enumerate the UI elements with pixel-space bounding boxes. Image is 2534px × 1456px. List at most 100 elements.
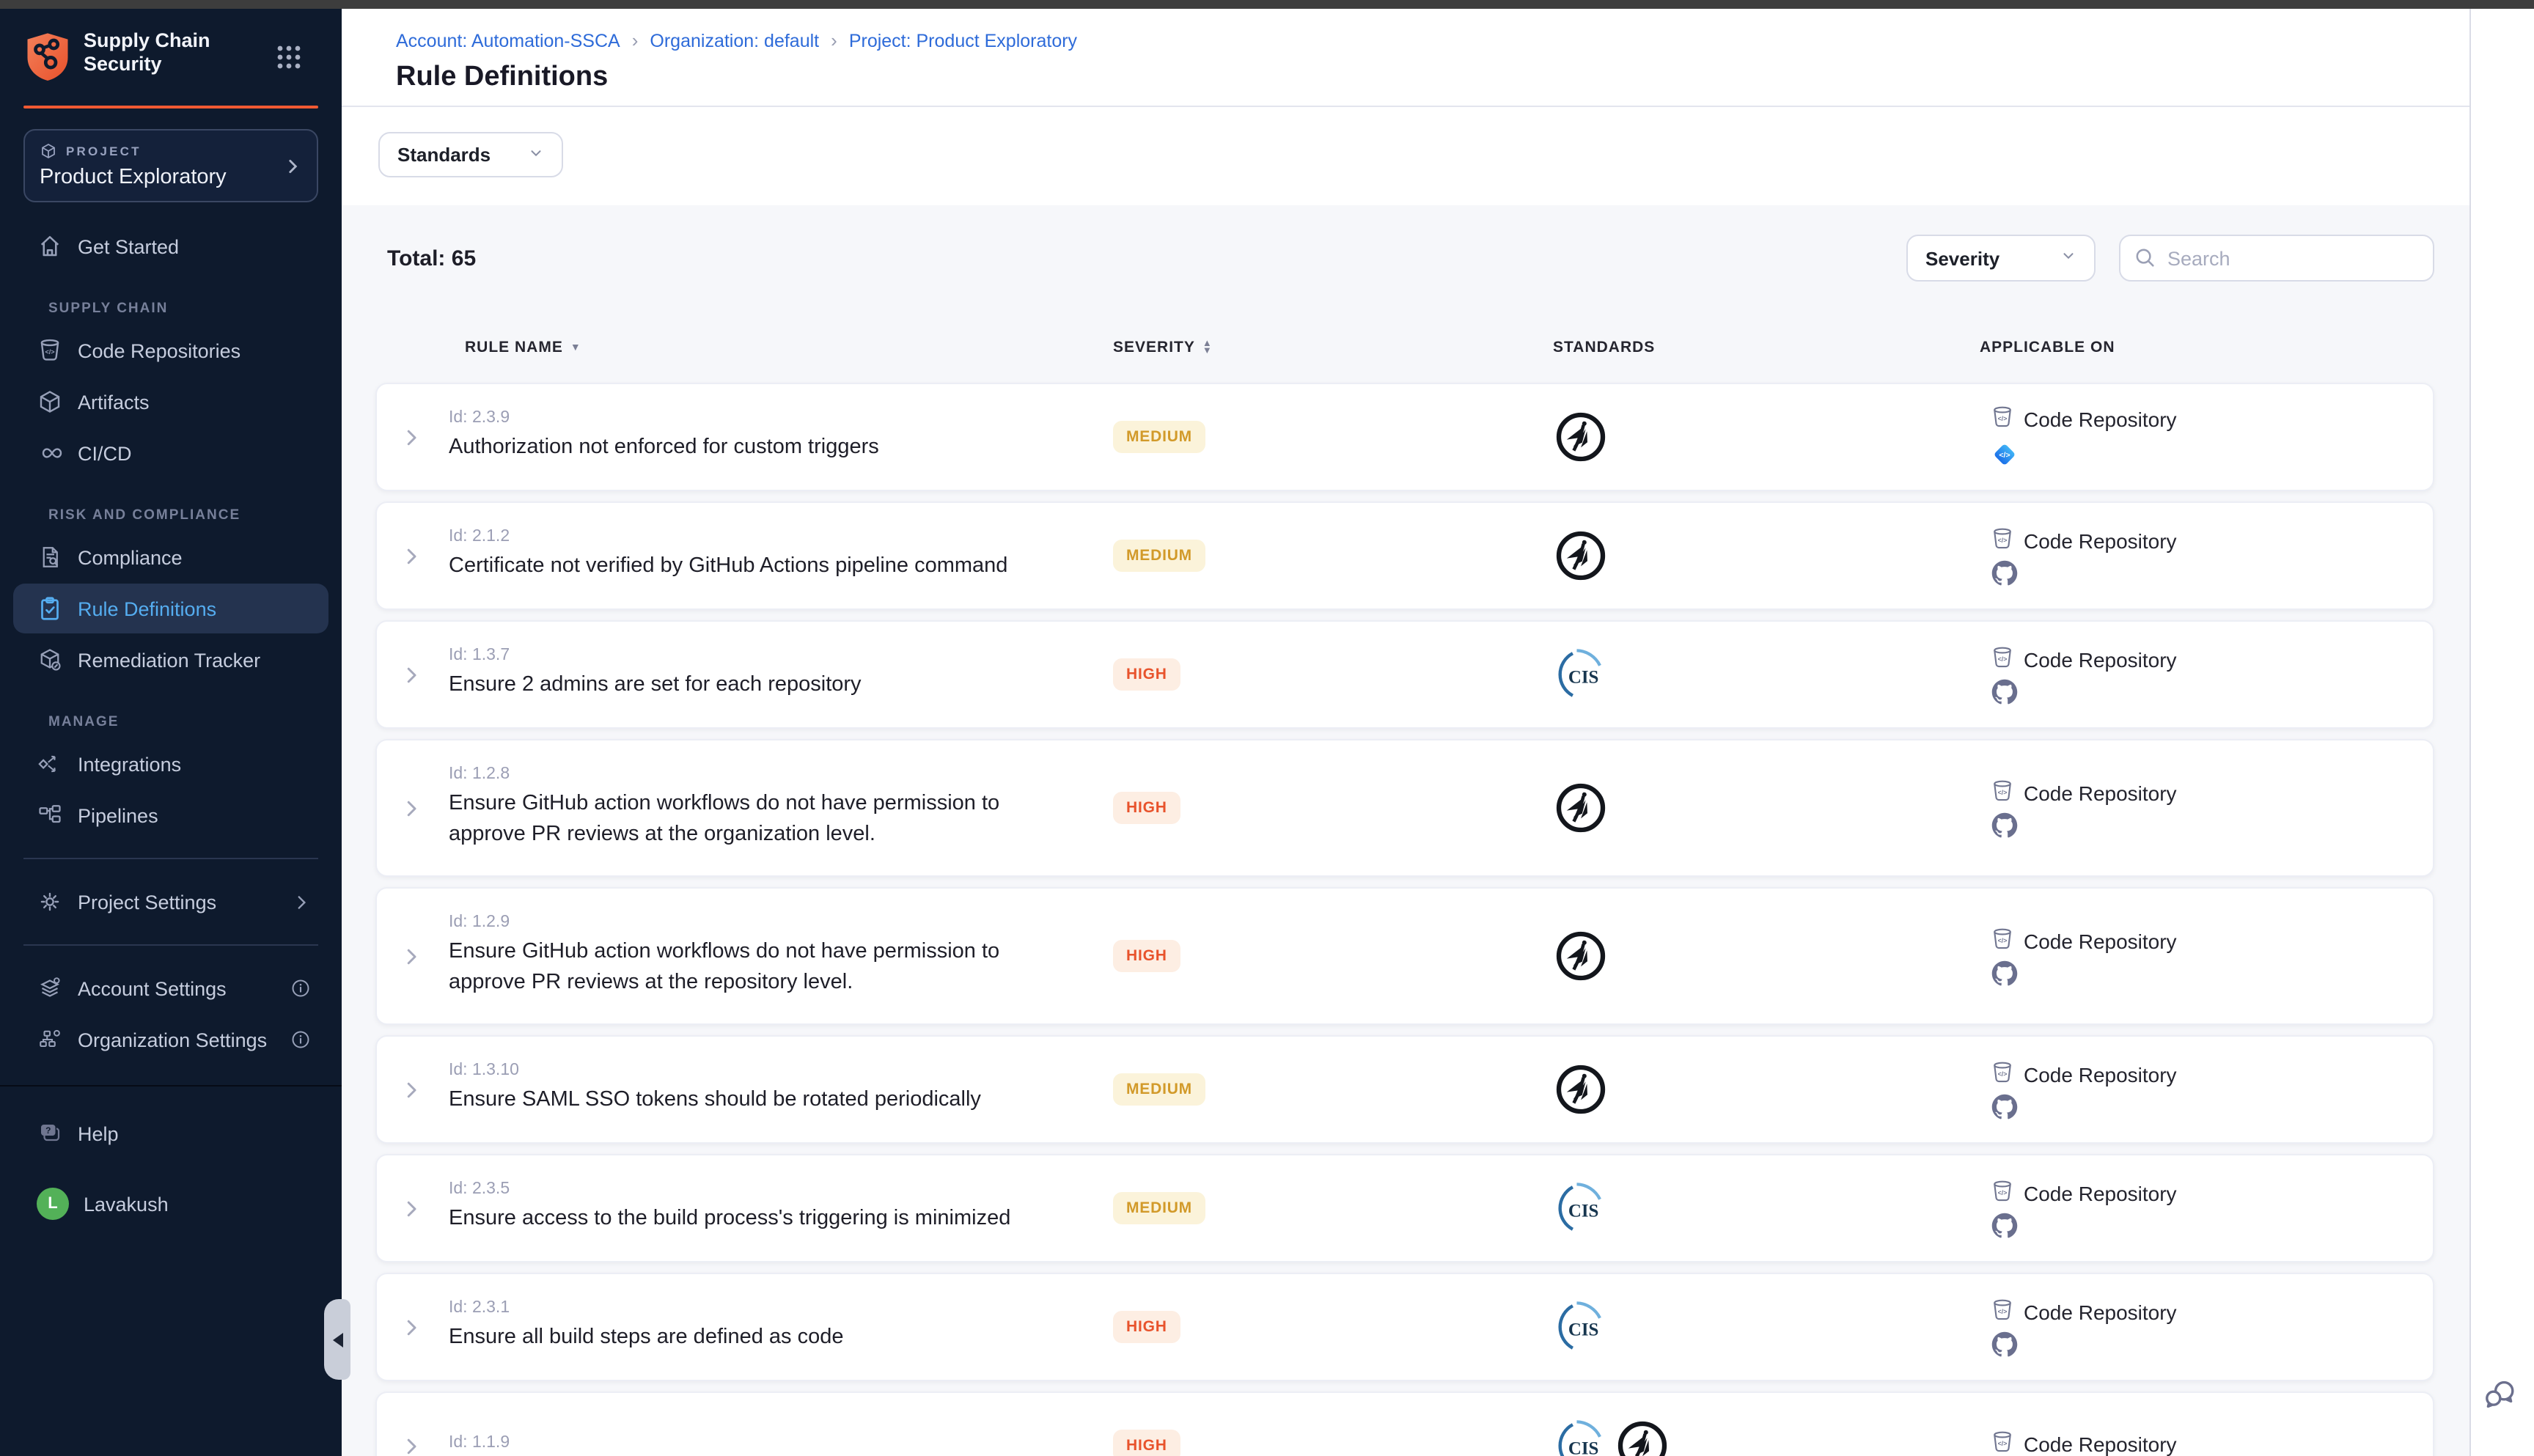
github-icon bbox=[1991, 960, 2018, 986]
owasp-standard-icon bbox=[1554, 1063, 1607, 1116]
sidebar-item-cicd[interactable]: CI/CD bbox=[13, 428, 328, 478]
applicable-on-label: Code Repository bbox=[2024, 1300, 2177, 1323]
window-top-strip bbox=[0, 0, 2534, 9]
expand-row-chevron-icon[interactable] bbox=[400, 545, 422, 567]
applicable-on-cell: </> Code Repository bbox=[1975, 926, 2433, 986]
row-expand-cell bbox=[377, 797, 449, 819]
severity-cell: HIGH bbox=[1112, 1311, 1546, 1343]
severity-cell: HIGH bbox=[1112, 940, 1546, 972]
column-header-severity[interactable]: SEVERITY ▲▼ bbox=[1110, 339, 1544, 356]
rule-id: Id: 2.3.5 bbox=[449, 1181, 1112, 1199]
support-chat-icon[interactable] bbox=[2483, 1377, 2518, 1412]
compliance-doc-search-icon bbox=[37, 544, 63, 570]
rule-row[interactable]: Id: 1.3.7 Ensure 2 admins are set for ea… bbox=[375, 620, 2434, 729]
collapse-left-arrow-icon bbox=[332, 1332, 342, 1347]
expand-row-chevron-icon[interactable] bbox=[400, 945, 422, 967]
rule-row[interactable]: Id: 1.1.9 HIGH CIS </> Code Repository bbox=[375, 1391, 2434, 1456]
sidebar-item-integrations[interactable]: Integrations bbox=[13, 739, 328, 789]
sort-desc-icon: ▼ bbox=[570, 342, 581, 353]
cis-standard-icon: CIS bbox=[1554, 648, 1607, 701]
rule-name-cell: Id: 2.3.1 Ensure all build steps are def… bbox=[449, 1300, 1112, 1354]
rule-row[interactable]: Id: 1.2.9 Ensure GitHub action workflows… bbox=[375, 887, 2434, 1025]
row-expand-cell bbox=[377, 1078, 449, 1100]
rule-row[interactable]: Id: 1.2.8 Ensure GitHub action workflows… bbox=[375, 739, 2434, 877]
expand-row-chevron-icon[interactable] bbox=[400, 426, 422, 448]
rule-name: Ensure 2 admins are set for each reposit… bbox=[449, 671, 1112, 702]
applicable-on-label: Code Repository bbox=[2024, 781, 2177, 804]
applicable-on-label: Code Repository bbox=[2024, 1181, 2177, 1205]
sidebar-item-get-started[interactable]: Get Started bbox=[13, 221, 328, 271]
severity-badge: HIGH bbox=[1113, 940, 1180, 972]
breadcrumb-organization-link[interactable]: Organization: default bbox=[650, 30, 819, 51]
breadcrumb-project-link[interactable]: Project: Product Exploratory bbox=[849, 30, 1077, 51]
svg-text:</>: </> bbox=[45, 348, 54, 356]
expand-row-chevron-icon[interactable] bbox=[400, 1078, 422, 1100]
sidebar-item-artifacts[interactable]: Artifacts bbox=[13, 377, 328, 427]
breadcrumb: Account: Automation-SSCA › Organization:… bbox=[396, 9, 2469, 51]
applicable-on-label: Code Repository bbox=[2024, 929, 2177, 952]
svg-text:CIS: CIS bbox=[1568, 1320, 1599, 1340]
svg-text:</>: </> bbox=[1998, 655, 2008, 662]
expand-row-chevron-icon[interactable] bbox=[400, 1197, 422, 1219]
rule-name-cell: Id: 1.3.7 Ensure 2 admins are set for ea… bbox=[449, 647, 1112, 702]
rule-name: Ensure SAML SSO tokens should be rotated… bbox=[449, 1086, 1112, 1117]
sidebar-item-compliance[interactable]: Compliance bbox=[13, 532, 328, 582]
sidebar-collapse-handle[interactable] bbox=[324, 1299, 350, 1380]
expand-row-chevron-icon[interactable] bbox=[400, 797, 422, 819]
sidebar-item-rule-definitions[interactable]: Rule Definitions bbox=[13, 584, 328, 633]
sidebar-item-organization-settings[interactable]: Organization Settings bbox=[13, 1015, 328, 1065]
rule-id: Id: 1.1.9 bbox=[449, 1434, 1112, 1452]
rule-id: Id: 2.1.2 bbox=[449, 529, 1112, 546]
expand-row-chevron-icon[interactable] bbox=[400, 663, 422, 685]
svg-text:</>: </> bbox=[1998, 936, 2008, 944]
pipelines-icon bbox=[37, 802, 63, 828]
sidebar-item-remediation-tracker[interactable]: Remediation Tracker bbox=[13, 635, 328, 685]
column-header-standards: STANDARDS bbox=[1544, 339, 1974, 356]
gear-icon bbox=[37, 889, 63, 915]
project-cube-icon bbox=[40, 142, 57, 160]
page-title: Rule Definitions bbox=[396, 62, 2469, 94]
breadcrumb-account-link[interactable]: Account: Automation-SSCA bbox=[396, 30, 620, 51]
provider-slot: </> bbox=[1991, 438, 2433, 470]
sidebar-item-help[interactable]: ? Help bbox=[13, 1108, 328, 1158]
sidebar-user[interactable]: L Lavakush bbox=[13, 1179, 328, 1229]
expand-row-chevron-icon[interactable] bbox=[400, 1316, 422, 1338]
code-repository-icon: </> bbox=[1990, 1178, 2015, 1203]
sidebar-item-code-repositories[interactable]: </> Code Repositories bbox=[13, 326, 328, 375]
severity-badge: HIGH bbox=[1113, 792, 1180, 824]
rule-row[interactable]: Id: 2.3.1 Ensure all build steps are def… bbox=[375, 1273, 2434, 1381]
column-header-rule-name[interactable]: RULE NAME ▼ bbox=[447, 339, 1110, 356]
severity-filter-dropdown[interactable]: Severity bbox=[1906, 235, 2096, 282]
provider-slot bbox=[1991, 1331, 2433, 1357]
applicable-on-label: Code Repository bbox=[2024, 529, 2177, 552]
svg-text:</>: </> bbox=[1998, 1070, 2008, 1077]
expand-row-chevron-icon[interactable] bbox=[400, 1435, 422, 1456]
search-input[interactable] bbox=[2119, 235, 2434, 282]
code-repository-icon: </> bbox=[1990, 1059, 2015, 1084]
project-selector[interactable]: PROJECT Product Exploratory bbox=[23, 129, 318, 202]
rule-row[interactable]: Id: 2.1.2 Certificate not verified by Gi… bbox=[375, 501, 2434, 610]
github-icon bbox=[1991, 559, 2018, 586]
app-switcher-grid-icon[interactable] bbox=[276, 44, 302, 70]
svg-text:</>: </> bbox=[1998, 1307, 2008, 1315]
standards-filter-dropdown[interactable]: Standards bbox=[378, 132, 563, 177]
applicable-on-label: Code Repository bbox=[2024, 1062, 2177, 1086]
table-header-row: RULE NAME ▼ SEVERITY ▲▼ STANDARDS APPLIC… bbox=[375, 331, 2434, 364]
total-count: Total: 65 bbox=[387, 246, 476, 271]
rule-row[interactable]: Id: 1.3.10 Ensure SAML SSO tokens should… bbox=[375, 1035, 2434, 1144]
severity-badge: MEDIUM bbox=[1113, 1192, 1205, 1224]
github-icon bbox=[1991, 1212, 2018, 1238]
project-kicker-label: PROJECT bbox=[66, 144, 142, 158]
sidebar-item-account-settings[interactable]: Account Settings bbox=[13, 963, 328, 1013]
supply-chain-security-logo-icon bbox=[23, 31, 72, 82]
rule-row[interactable]: Id: 2.3.5 Ensure access to the build pro… bbox=[375, 1154, 2434, 1262]
harness-code-repo-icon: </> bbox=[1991, 438, 2018, 470]
rule-definitions-clipboard-icon bbox=[37, 595, 63, 622]
sidebar-item-project-settings[interactable]: Project Settings bbox=[13, 877, 328, 927]
sidebar-section-manage: MANAGE bbox=[48, 714, 342, 730]
code-repository-icon: </> bbox=[1990, 644, 2015, 669]
rule-row[interactable]: Id: 2.3.9 Authorization not enforced for… bbox=[375, 383, 2434, 491]
sidebar-item-pipelines[interactable]: Pipelines bbox=[13, 790, 328, 840]
user-name: Lavakush bbox=[84, 1193, 169, 1215]
owasp-standard-icon bbox=[1616, 1419, 1669, 1456]
